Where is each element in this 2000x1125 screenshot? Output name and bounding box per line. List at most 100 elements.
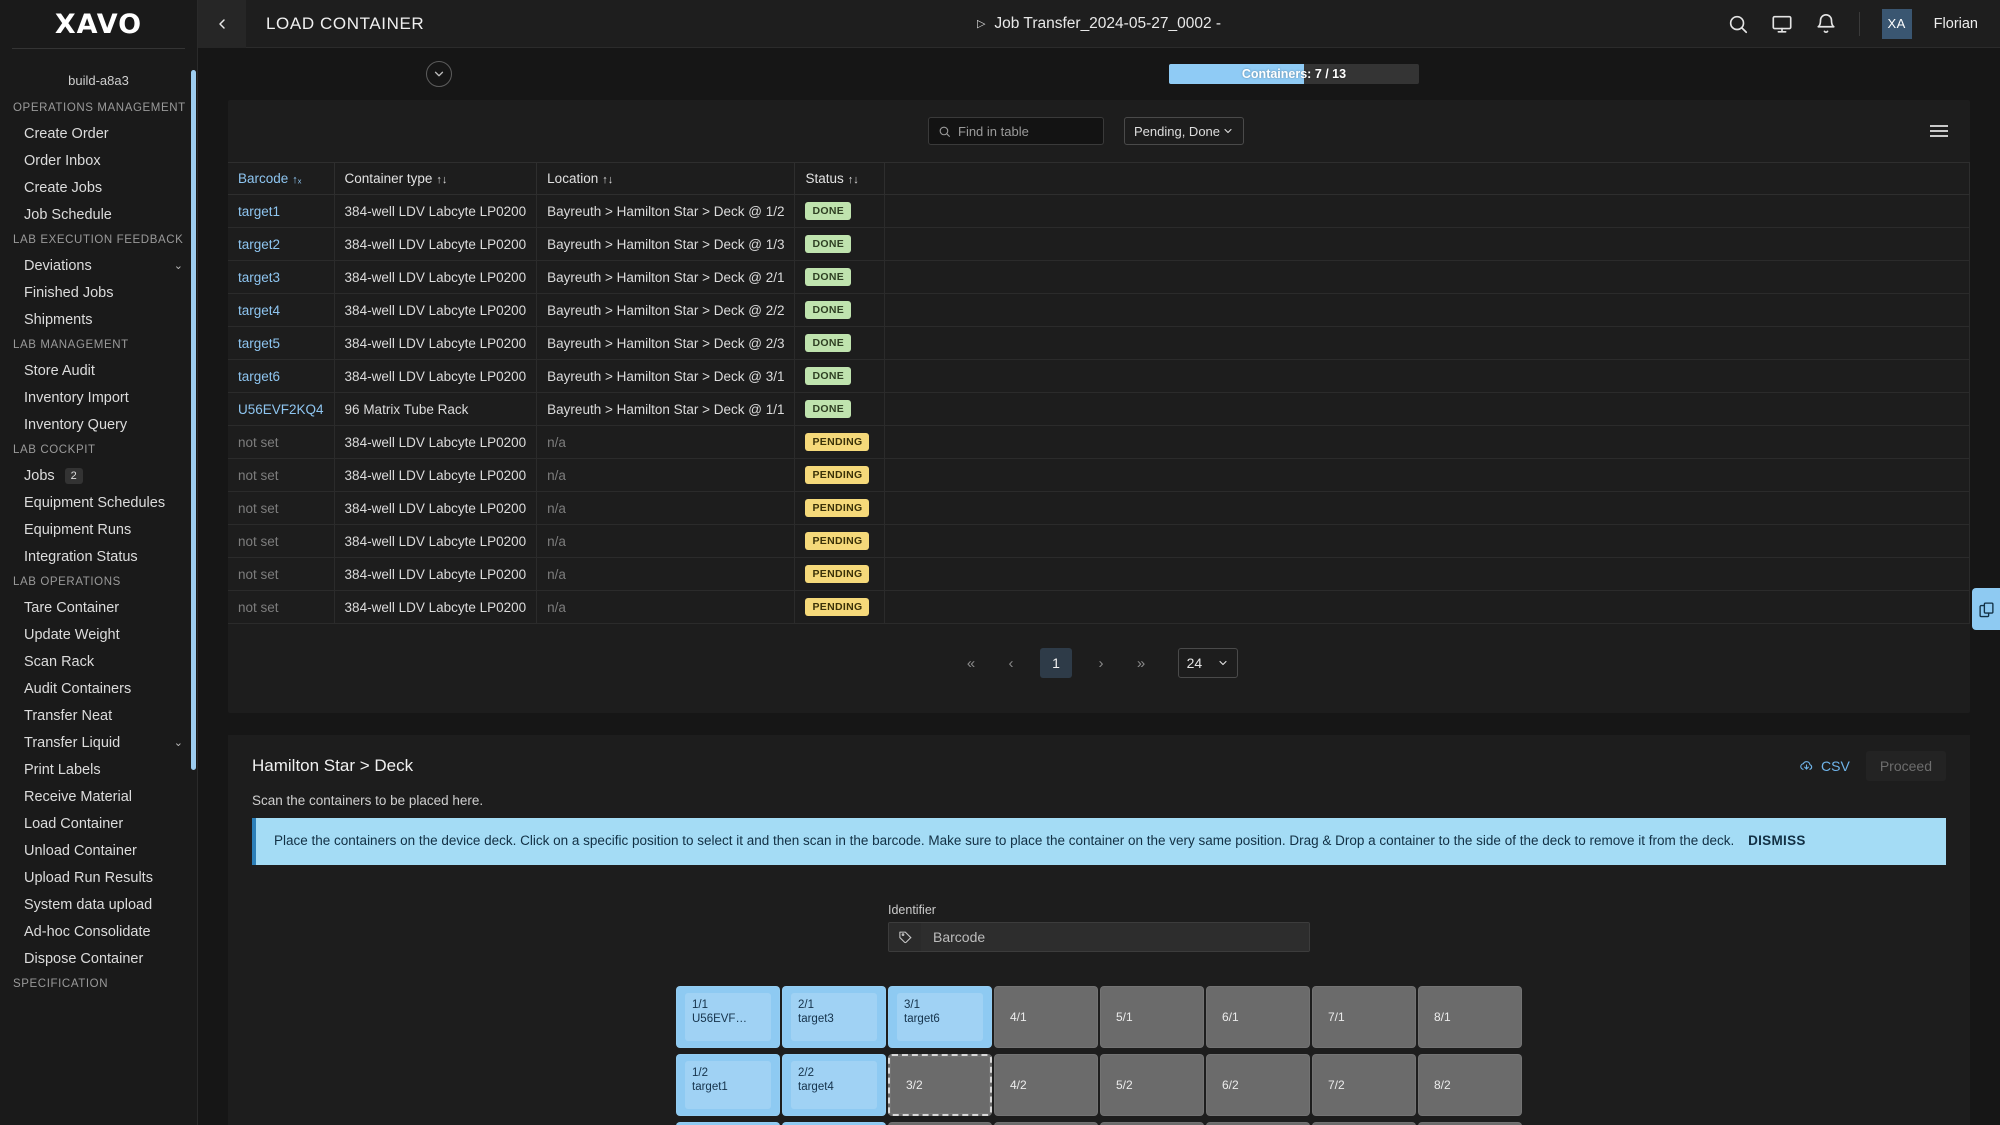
deck-position-3-2[interactable]: 3/2 [888, 1053, 992, 1116]
pagination-first[interactable]: « [960, 655, 982, 672]
sidebar-item-upload-run-results[interactable]: Upload Run Results [0, 864, 197, 891]
table-row[interactable]: not set 384-well LDV Labcyte LP0200 n/a PEN… [228, 458, 1970, 492]
sidebar-item-create-jobs[interactable]: Create Jobs [0, 174, 197, 201]
sidebar-item-transfer-neat[interactable]: Transfer Neat [0, 702, 197, 729]
barcode-input[interactable]: Barcode [921, 922, 1309, 951]
column-header-barcode[interactable]: Barcode ↑ₓ [228, 162, 335, 195]
deck-position-2-2[interactable]: 2/2 target4 [782, 1053, 886, 1116]
cell-barcode[interactable]: target1 [228, 194, 335, 228]
sidebar-item-inventory-query[interactable]: Inventory Query [0, 411, 197, 438]
sidebar-item-dispose-container[interactable]: Dispose Container [0, 945, 197, 972]
status-filter-select[interactable]: Pending, Done [1124, 117, 1244, 145]
cell-barcode[interactable]: target2 [228, 227, 335, 261]
search-icon[interactable] [1727, 13, 1749, 35]
table-row[interactable]: target3 384-well LDV Labcyte LP0200 Bayreu… [228, 260, 1970, 294]
table-row[interactable]: U56EVF2KQ4 96 Matrix Tube Rack Bayreuth > … [228, 392, 1970, 426]
table-row[interactable]: target6 384-well LDV Labcyte LP0200 Bayreu… [228, 359, 1970, 393]
cell-barcode[interactable]: U56EVF2KQ4 [228, 392, 335, 426]
sort-arrows-icon[interactable]: ↑ₓ [292, 174, 301, 186]
sidebar-item-tare-container[interactable]: Tare Container [0, 594, 197, 621]
deck-position-6-2[interactable]: 6/2 [1206, 1053, 1310, 1116]
cell-barcode[interactable]: target3 [228, 260, 335, 294]
page-size-select[interactable]: 24 [1178, 648, 1238, 678]
table-row[interactable]: target1 384-well LDV Labcyte LP0200 Bayreu… [228, 194, 1970, 228]
identifier-field[interactable]: Barcode [888, 921, 1310, 952]
sidebar-item-finished-jobs[interactable]: Finished Jobs [0, 279, 197, 306]
avatar[interactable]: XA [1881, 8, 1912, 39]
cell-barcode[interactable]: target6 [228, 359, 335, 393]
deck-container-tile[interactable]: 1/2 target1 [685, 1060, 771, 1109]
sort-arrows-icon[interactable]: ↑↓ [602, 174, 613, 186]
dismiss-button[interactable]: DISMISS [1748, 833, 1806, 848]
deck-container-tile[interactable]: 1/1 U56EVF… [685, 992, 771, 1041]
deck-container-tile[interactable]: 2/1 target3 [791, 992, 877, 1041]
sidebar-item-create-order[interactable]: Create Order [0, 120, 197, 147]
sidebar-scrollbar[interactable] [191, 70, 196, 770]
pagination-last[interactable]: » [1130, 655, 1152, 672]
sidebar-item-ad-hoc-consolidate[interactable]: Ad-hoc Consolidate [0, 918, 197, 945]
deck-position-5-1[interactable]: 5/1 [1100, 985, 1204, 1048]
sidebar-item-receive-material[interactable]: Receive Material [0, 783, 197, 810]
table-row[interactable]: not set 384-well LDV Labcyte LP0200 n/a PEN… [228, 590, 1970, 624]
column-header-status[interactable]: Status ↑↓ [794, 162, 886, 195]
deck-position-4-1[interactable]: 4/1 [994, 985, 1098, 1048]
bell-icon[interactable] [1815, 13, 1837, 35]
deck-container-tile[interactable]: 2/2 target4 [791, 1060, 877, 1109]
column-header-container-type[interactable]: Container type ↑↓ [334, 162, 538, 195]
sidebar-item-load-container[interactable]: Load Container [0, 810, 197, 837]
deck-position-4-2[interactable]: 4/2 [994, 1053, 1098, 1116]
job-title[interactable]: ▷ Job Transfer_2024-05-27_0002 - [977, 15, 1221, 33]
sidebar-item-jobs[interactable]: Jobs 2 [0, 462, 197, 489]
sidebar-item-scan-rack[interactable]: Scan Rack [0, 648, 197, 675]
deck-position-1-2[interactable]: 1/2 target1 [676, 1053, 780, 1116]
sidebar-item-deviations[interactable]: Deviations ⌄ [0, 252, 197, 279]
table-row[interactable]: target5 384-well LDV Labcyte LP0200 Bayreu… [228, 326, 1970, 360]
deck-position-7-1[interactable]: 7/1 [1312, 985, 1416, 1048]
brand-logo[interactable]: XAVO [0, 0, 197, 48]
deck-position-1-1[interactable]: 1/1 U56EVF… [676, 985, 780, 1048]
sidebar-item-job-schedule[interactable]: Job Schedule [0, 201, 197, 228]
sidebar-item-integration-status[interactable]: Integration Status [0, 543, 197, 570]
cell-barcode[interactable]: target5 [228, 326, 335, 360]
sidebar-item-print-labels[interactable]: Print Labels [0, 756, 197, 783]
chevron-down-icon[interactable]: ⌄ [174, 736, 183, 749]
table-row[interactable]: target4 384-well LDV Labcyte LP0200 Bayreu… [228, 293, 1970, 327]
column-header-location[interactable]: Location ↑↓ [536, 162, 796, 195]
deck-position-8-1[interactable]: 8/1 [1418, 985, 1522, 1048]
deck-position-2-1[interactable]: 2/1 target3 [782, 985, 886, 1048]
deck-position-7-2[interactable]: 7/2 [1312, 1053, 1416, 1116]
sort-arrows-icon[interactable]: ↑↓ [436, 174, 447, 186]
pagination-prev[interactable]: ‹ [1000, 655, 1022, 672]
sidebar-item-store-audit[interactable]: Store Audit [0, 357, 197, 384]
sidebar-item-transfer-liquid[interactable]: Transfer Liquid ⌄ [0, 729, 197, 756]
sidebar-item-update-weight[interactable]: Update Weight [0, 621, 197, 648]
deck-position-8-2[interactable]: 8/2 [1418, 1053, 1522, 1116]
collapse-toggle-button[interactable] [426, 61, 452, 87]
table-row[interactable]: not set 384-well LDV Labcyte LP0200 n/a PEN… [228, 557, 1970, 591]
table-row[interactable]: not set 384-well LDV Labcyte LP0200 n/a PEN… [228, 491, 1970, 525]
sidebar-item-equipment-runs[interactable]: Equipment Runs [0, 516, 197, 543]
sidebar-item-inventory-import[interactable]: Inventory Import [0, 384, 197, 411]
table-menu-button[interactable] [1930, 122, 1948, 140]
deck-position-6-1[interactable]: 6/1 [1206, 985, 1310, 1048]
deck-container-tile[interactable]: 3/1 target6 [897, 992, 983, 1041]
table-row[interactable]: not set 384-well LDV Labcyte LP0200 n/a PEN… [228, 524, 1970, 558]
sidebar-item-order-inbox[interactable]: Order Inbox [0, 147, 197, 174]
user-name[interactable]: Florian [1934, 16, 1978, 32]
table-row[interactable]: target2 384-well LDV Labcyte LP0200 Bayreu… [228, 227, 1970, 261]
pagination-current-page[interactable]: 1 [1040, 648, 1072, 678]
export-csv-button[interactable]: CSV [1799, 758, 1850, 774]
sidebar-item-equipment-schedules[interactable]: Equipment Schedules [0, 489, 197, 516]
sort-arrows-icon[interactable]: ↑↓ [848, 174, 859, 186]
sidebar-item-shipments[interactable]: Shipments [0, 306, 197, 333]
monitor-icon[interactable] [1771, 13, 1793, 35]
search-input[interactable]: Find in table [928, 117, 1104, 145]
chevron-down-icon[interactable]: ⌄ [174, 259, 183, 272]
table-row[interactable]: not set 384-well LDV Labcyte LP0200 n/a PEN… [228, 425, 1970, 459]
sidebar-item-audit-containers[interactable]: Audit Containers [0, 675, 197, 702]
cell-barcode[interactable]: target4 [228, 293, 335, 327]
back-button[interactable] [198, 0, 246, 48]
sidebar-item-unload-container[interactable]: Unload Container [0, 837, 197, 864]
pagination-next[interactable]: › [1090, 655, 1112, 672]
deck-position-3-1[interactable]: 3/1 target6 [888, 985, 992, 1048]
